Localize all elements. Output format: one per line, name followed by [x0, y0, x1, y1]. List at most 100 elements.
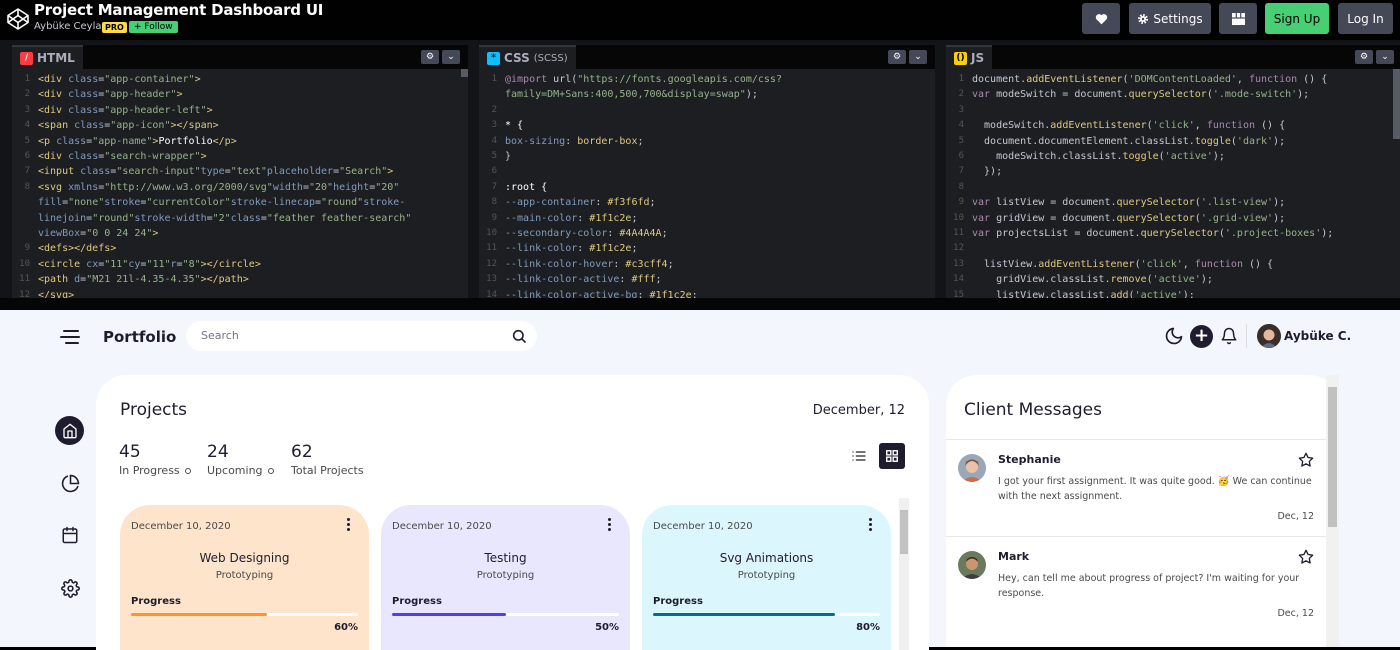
- html-tab[interactable]: / HTML: [12, 45, 83, 69]
- heart-icon: [1095, 13, 1107, 24]
- progress-fill: [392, 613, 506, 616]
- message-text: I got your first assignment. It was quit…: [998, 476, 1312, 502]
- css-tab-label: CSS: [504, 51, 530, 65]
- html-editor-pane: / HTML ⚙ ⌄ 1 <div class = "app-container" > …: [12, 45, 468, 298]
- js-tab[interactable]: () JS: [946, 45, 993, 69]
- progress-percent: 60%: [334, 622, 358, 633]
- sidebar-item-settings[interactable]: [57, 575, 83, 601]
- css-settings-button[interactable]: ⚙: [888, 50, 906, 64]
- message-item[interactable]: Mark Hey, can tell me about progress of …: [946, 536, 1326, 634]
- resize-divider[interactable]: [0, 298, 1400, 310]
- home-icon: [62, 423, 77, 438]
- grid-view-button[interactable]: [879, 443, 905, 469]
- more-icon[interactable]: [869, 518, 873, 533]
- star-icon[interactable]: [1298, 549, 1314, 565]
- star-icon[interactable]: [1298, 452, 1314, 468]
- scrollbar-thumb[interactable]: [1328, 387, 1337, 527]
- preview-app: Portfolio Search + Aybüke C. Projects De…: [0, 310, 1400, 650]
- add-button[interactable]: +: [1190, 324, 1213, 348]
- progress-track: [653, 613, 880, 616]
- stat-label: In Progress: [119, 464, 180, 477]
- calendar-icon: [62, 526, 78, 544]
- grid-icon: [886, 450, 898, 462]
- message-avatar: [958, 551, 986, 579]
- progress-percent: 80%: [856, 622, 880, 633]
- menu-icon[interactable]: [60, 330, 82, 344]
- js-settings-button[interactable]: ⚙: [1355, 50, 1373, 64]
- sidebar-item-stats[interactable]: [57, 470, 83, 496]
- message-sender: Stephanie: [998, 453, 1061, 466]
- user-name[interactable]: Aybüke C.: [1284, 329, 1351, 343]
- pen-title: Project Management Dashboard UI: [34, 1, 324, 19]
- js-scrollbar[interactable]: [1393, 69, 1400, 139]
- messages-title: Client Messages: [964, 400, 1102, 420]
- avatar[interactable]: [1257, 324, 1281, 348]
- sidebar-item-calendar[interactable]: [57, 522, 83, 548]
- message-sender: Mark: [998, 550, 1030, 563]
- project-card[interactable]: December 10, 2020 Web Designing Prototyp…: [120, 505, 369, 650]
- login-button[interactable]: Log In: [1338, 3, 1393, 34]
- messages-scrollbar[interactable]: [1326, 375, 1339, 647]
- list-view-button[interactable]: [846, 443, 872, 469]
- stat-label: Total Projects: [291, 464, 364, 477]
- gear-icon: [1138, 13, 1149, 24]
- js-code[interactable]: 1 document. addEventListener('DOMContentLo…: [946, 69, 1400, 298]
- html-scrollbar[interactable]: [461, 69, 468, 77]
- js-collapse-button[interactable]: ⌄: [1376, 50, 1394, 64]
- message-date: Dec, 12: [1277, 608, 1314, 619]
- progress-fill: [131, 613, 268, 616]
- stat-label: Upcoming: [207, 464, 263, 477]
- css-collapse-button[interactable]: ⌄: [909, 50, 927, 64]
- progress-label: Progress: [653, 596, 703, 607]
- client-messages-section: Client Messages Stephanie I got your fir…: [946, 375, 1339, 647]
- settings-button[interactable]: Settings: [1129, 3, 1211, 34]
- scrollbar-thumb[interactable]: [900, 510, 908, 554]
- project-card[interactable]: December 10, 2020 Svg Animations Prototy…: [642, 505, 891, 650]
- card-date: December 10, 2020: [653, 521, 753, 532]
- message-avatar: [958, 454, 986, 482]
- html-code[interactable]: 1 <div class = "app-container" > 2 <div clas…: [12, 69, 468, 298]
- codepen-logo-icon[interactable]: [6, 7, 30, 31]
- stat-upcoming: 24 Upcoming: [207, 442, 274, 477]
- pen-author[interactable]: Aybüke Ceylan: [34, 21, 108, 32]
- progress-label: Progress: [392, 596, 442, 607]
- progress-track: [392, 613, 619, 616]
- moon-icon[interactable]: [1164, 326, 1184, 346]
- settings-gear-icon: [60, 578, 80, 598]
- list-icon: [852, 451, 866, 461]
- stat-number: 45: [119, 442, 141, 462]
- js-tab-label: JS: [971, 51, 985, 65]
- search-input[interactable]: Search: [186, 321, 537, 351]
- current-date: December, 12: [812, 403, 905, 418]
- card-date: December 10, 2020: [131, 521, 231, 532]
- sidebar-item-home[interactable]: [55, 416, 84, 445]
- progress-percent: 50%: [595, 622, 619, 633]
- more-icon[interactable]: [347, 518, 351, 533]
- message-item[interactable]: Stephanie I got your first assignment. I…: [946, 439, 1326, 537]
- circle-icon: [267, 468, 274, 474]
- css-tab[interactable]: * CSS (SCSS): [479, 45, 576, 69]
- header-separator: [1246, 324, 1247, 348]
- card-title: Svg Animations: [719, 551, 814, 565]
- bell-icon[interactable]: [1220, 327, 1238, 345]
- css-code[interactable]: 1 @import url("https://fonts.googleapis.c…: [479, 69, 935, 298]
- card-subtitle: Prototyping: [476, 570, 535, 581]
- search-icon[interactable]: [511, 328, 527, 344]
- signup-button[interactable]: Sign Up: [1265, 3, 1329, 34]
- project-card[interactable]: December 10, 2020 Testing Prototyping Pr…: [381, 505, 630, 650]
- change-view-button[interactable]: [1219, 3, 1257, 34]
- projects-scrollbar[interactable]: [899, 498, 909, 650]
- card-subtitle: Prototyping: [215, 570, 274, 581]
- html-settings-button[interactable]: ⚙: [421, 50, 439, 64]
- codepen-topbar: Project Management Dashboard UI Aybüke C…: [0, 0, 1400, 40]
- progress-fill: [653, 613, 835, 616]
- js-editor-pane: () JS ⚙ ⌄ 1 document. addEventListener('DO…: [946, 45, 1400, 298]
- card-title: Web Designing: [199, 551, 290, 565]
- more-icon[interactable]: [608, 518, 612, 533]
- html-collapse-button[interactable]: ⌄: [442, 50, 460, 64]
- follow-button[interactable]: + Follow: [129, 21, 178, 33]
- stat-total: 62 Total Projects: [291, 442, 364, 477]
- like-button[interactable]: [1082, 3, 1120, 34]
- stat-number: 62: [291, 442, 313, 462]
- pro-badge: PRO: [102, 22, 127, 33]
